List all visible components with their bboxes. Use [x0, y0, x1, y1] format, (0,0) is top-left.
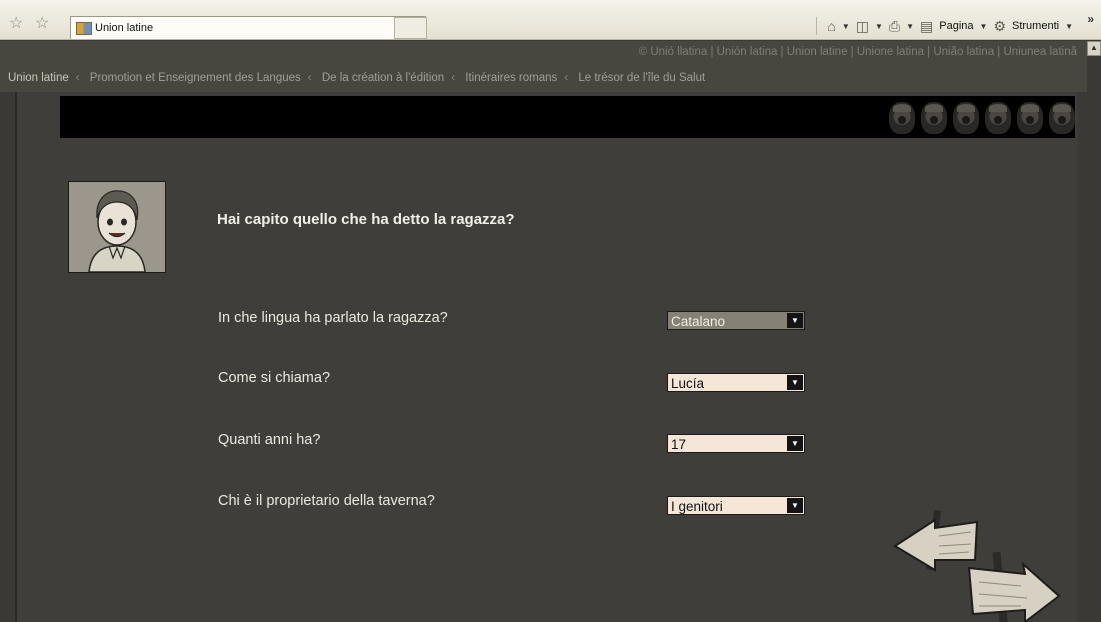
character-heads — [889, 102, 1075, 134]
more-chevron-icon[interactable]: » — [1087, 12, 1094, 26]
command-bar: ⌂ ▼ ◫ ▼ ⎙ ▼ ▤ Pagina ▼ ⚙ Strumenti ▼ — [816, 17, 1073, 35]
question-owner-label: Chi è il proprietario della taverna? — [218, 493, 435, 509]
chevron-down-icon[interactable]: ▼ — [1065, 22, 1073, 31]
chevron-down-icon[interactable]: ▼ — [842, 22, 850, 31]
character-head-icon[interactable] — [953, 102, 979, 134]
breadcrumb-separator-icon: ‹ — [307, 72, 312, 84]
breadcrumb-separator-icon: ‹ — [564, 72, 569, 84]
language-select-value: Catalano — [671, 314, 726, 329]
breadcrumb-tresor[interactable]: Le trésor de l'île du Salut — [578, 72, 705, 84]
character-head-icon[interactable] — [1049, 102, 1075, 134]
character-head-icon[interactable] — [1017, 102, 1043, 134]
chevron-down-icon[interactable]: ▼ — [980, 22, 988, 31]
age-select-value: 17 — [671, 437, 687, 452]
chevron-down-icon[interactable]: ▼ — [875, 22, 883, 31]
question-age-label: Quanti anni ha? — [218, 432, 321, 448]
print-icon[interactable]: ⎙ — [889, 18, 900, 35]
next-arrow-icon[interactable] — [967, 561, 1061, 622]
site-favicon-icon — [76, 22, 92, 35]
browser-tab[interactable]: Union latine — [70, 16, 426, 39]
scrollbar-up-arrow[interactable]: ▲ — [1087, 41, 1101, 56]
character-head-icon[interactable] — [921, 102, 947, 134]
breadcrumb-separator-icon: ‹ — [75, 72, 80, 84]
back-arrow-icon[interactable] — [893, 518, 979, 572]
home-icon[interactable]: ⌂ — [827, 18, 835, 34]
browser-toolbar: ☆ ☆ Union latine ⌂ ▼ ◫ ▼ ⎙ ▼ ▤ Pagina ▼ ⚙ St… — [0, 0, 1101, 40]
tab-title: Union latine — [95, 22, 154, 34]
character-head-icon[interactable] — [889, 102, 915, 134]
page-icon: ▤ — [920, 17, 934, 34]
breadcrumb: Union latine ‹ Promotion et Enseignement … — [0, 64, 1087, 92]
breadcrumb-itineraires[interactable]: Itinéraires romans — [465, 72, 557, 84]
divider — [816, 17, 818, 35]
navigation-signposts — [893, 509, 1061, 622]
name-select-value: Lucía — [671, 376, 705, 391]
chevron-down-icon[interactable]: ▼ — [787, 436, 803, 451]
chevron-down-icon[interactable]: ▼ — [787, 375, 803, 390]
owner-select[interactable]: I genitori ▼ — [667, 496, 805, 515]
breadcrumb-promotion[interactable]: Promotion et Enseignement des Langues — [90, 72, 301, 84]
game-frame: Hai capito quello che ha detto la ragazz… — [15, 92, 1077, 622]
question-name-label: Come si chiama? — [218, 370, 331, 386]
owner-select-value: I genitori — [671, 499, 723, 514]
chevron-down-icon[interactable]: ▼ — [787, 498, 803, 513]
language-select[interactable]: Catalano ▼ — [667, 311, 805, 330]
header-banner — [60, 96, 1075, 138]
gear-icon: ⚙ — [993, 17, 1006, 34]
page-menu[interactable]: Pagina — [939, 20, 973, 32]
breadcrumb-creation[interactable]: De la création à l'édition — [322, 72, 444, 84]
age-select[interactable]: 17 ▼ — [667, 434, 805, 453]
name-select[interactable]: Lucía ▼ — [667, 373, 805, 392]
favorites-star-icon[interactable]: ☆ — [9, 13, 23, 33]
chevron-down-icon[interactable]: ▼ — [787, 313, 803, 328]
language-links[interactable]: © Unió llatina | Unión latina | Union la… — [0, 41, 1087, 64]
girl-portrait — [68, 181, 166, 273]
breadcrumb-separator-icon: ‹ — [451, 72, 456, 84]
feeds-icon[interactable]: ◫ — [856, 18, 869, 35]
breadcrumb-union-latine[interactable]: Union latine — [8, 72, 69, 84]
question-title: Hai capito quello che ha detto la ragazz… — [217, 211, 515, 228]
new-tab-button[interactable] — [394, 17, 427, 39]
tools-menu[interactable]: Strumenti — [1012, 20, 1059, 32]
question-language-label: In che lingua ha parlato la ragazza? — [218, 310, 448, 326]
chevron-down-icon[interactable]: ▼ — [906, 22, 914, 31]
character-head-icon[interactable] — [985, 102, 1011, 134]
add-favorites-icon[interactable]: ☆ — [35, 13, 49, 33]
